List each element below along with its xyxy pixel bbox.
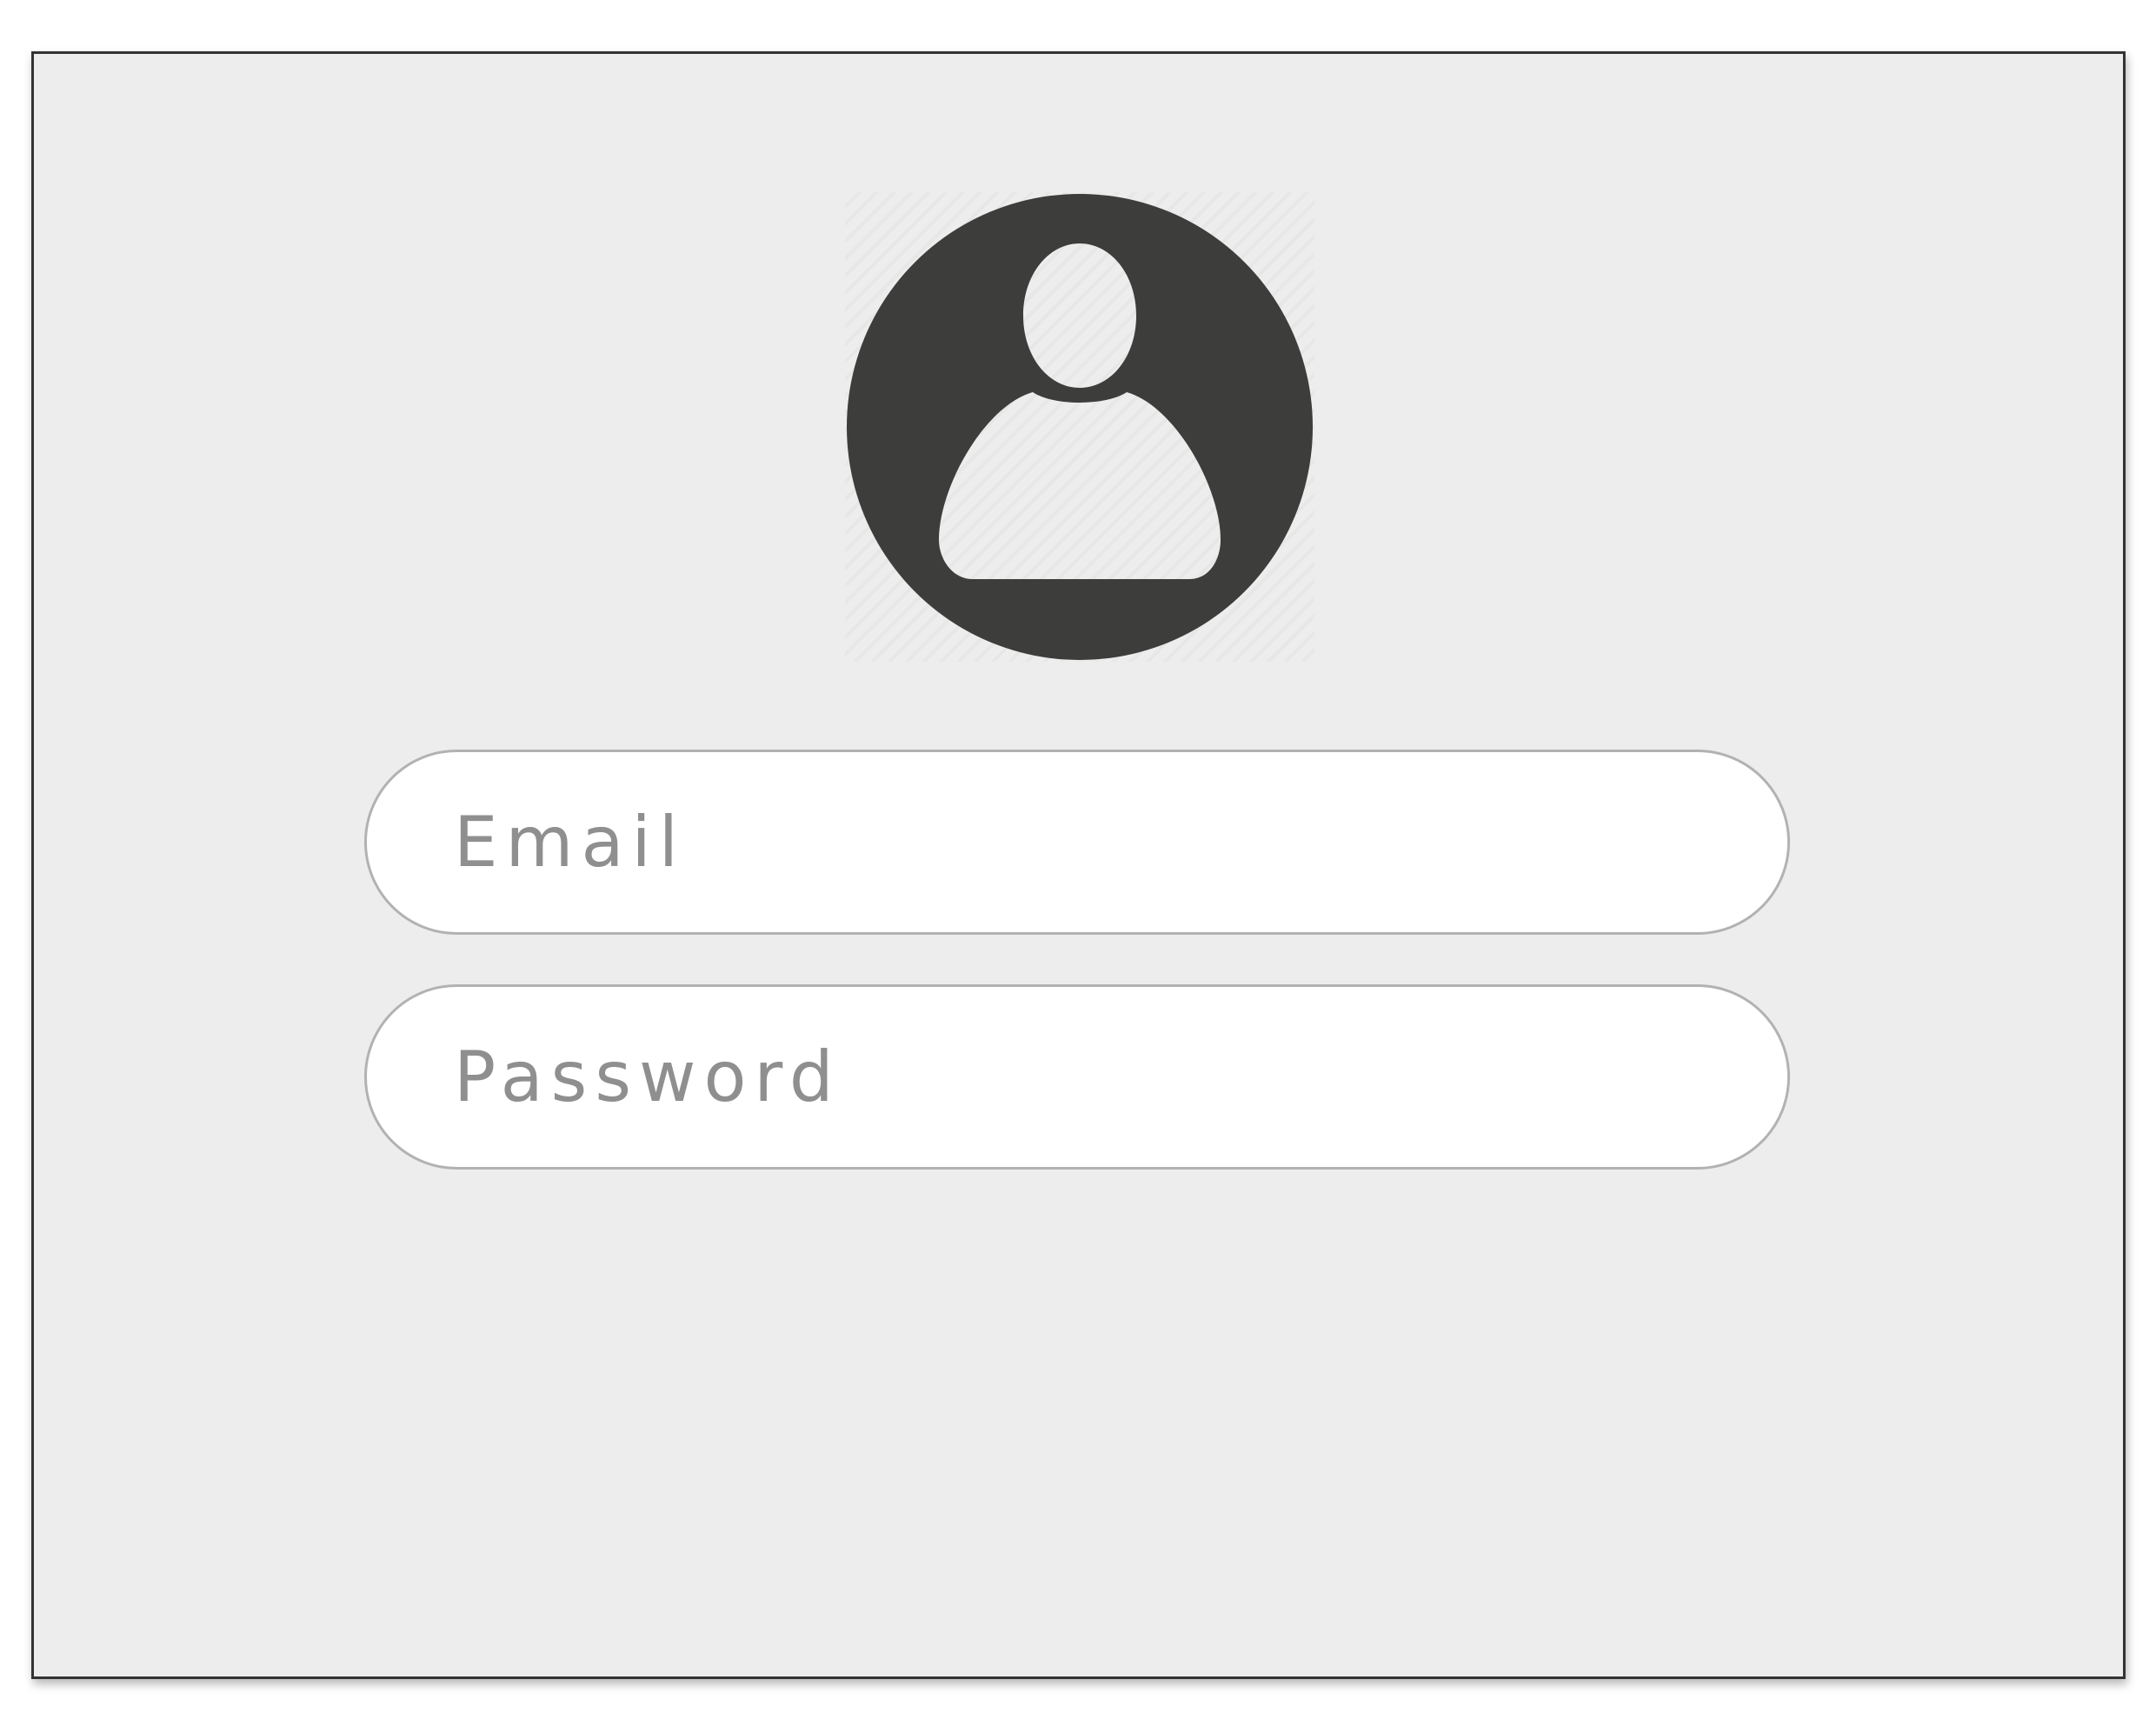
user-avatar-icon [845, 192, 1314, 662]
password-input[interactable] [454, 987, 1706, 1167]
email-field[interactable] [364, 750, 1790, 935]
email-input[interactable] [454, 752, 1706, 932]
login-panel [31, 51, 2126, 1679]
password-field[interactable] [364, 984, 1790, 1170]
